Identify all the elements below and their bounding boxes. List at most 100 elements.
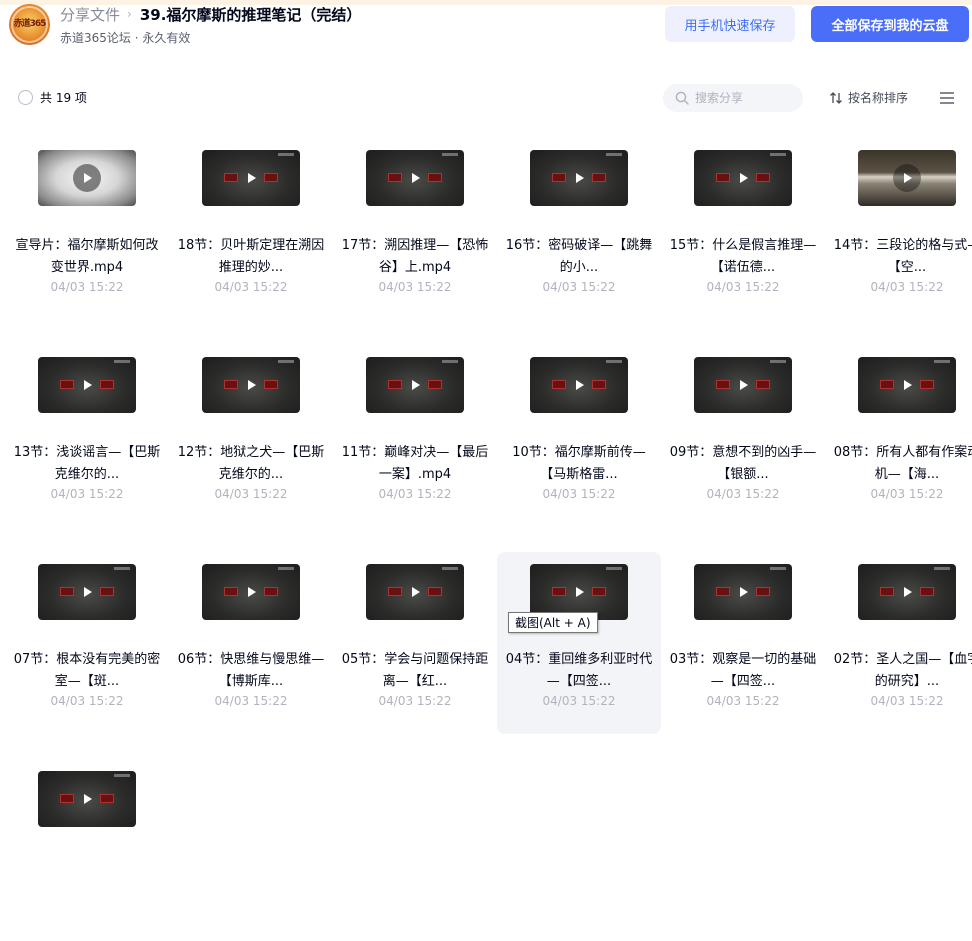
play-icon[interactable]: [237, 578, 265, 606]
play-icon[interactable]: [237, 371, 265, 399]
file-name[interactable]: 09节：意想不到的凶手—【银额...: [667, 442, 819, 486]
play-icon[interactable]: [729, 371, 757, 399]
file-card[interactable]: 宣导片：福尔摩斯如何改变世界.mp4 04/03 15:22: [5, 138, 169, 320]
file-card[interactable]: 13节：浅谈谣言—【巴斯克维尔的... 04/03 15:22: [5, 345, 169, 527]
play-icon[interactable]: [73, 164, 101, 192]
video-thumbnail[interactable]: [366, 357, 464, 413]
file-card[interactable]: 16节：密码破译—【跳舞的小... 04/03 15:22: [497, 138, 661, 320]
search-input[interactable]: [695, 91, 795, 105]
video-thumbnail[interactable]: [202, 564, 300, 620]
play-icon[interactable]: [401, 371, 429, 399]
file-name[interactable]: 12节：地狱之犬—【巴斯克维尔的...: [175, 442, 327, 486]
file-name[interactable]: 宣导片：福尔摩斯如何改变世界.mp4: [11, 235, 163, 279]
play-icon[interactable]: [401, 164, 429, 192]
play-icon[interactable]: [565, 371, 593, 399]
thumbnail-title-mark: [100, 587, 114, 596]
file-card[interactable]: 09节：意想不到的凶手—【银额... 04/03 15:22: [661, 345, 825, 527]
file-name[interactable]: 05节：学会与问题保持距离—【红...: [339, 649, 491, 693]
video-thumbnail[interactable]: [858, 150, 956, 206]
video-thumbnail[interactable]: [202, 357, 300, 413]
file-card[interactable]: 10节：福尔摩斯前传—【马斯格雷... 04/03 15:22: [497, 345, 661, 527]
thumbnail-title-mark: [100, 794, 114, 803]
thumbnail-watermark: [770, 567, 786, 570]
file-card[interactable]: 06节：快思维与慢思维—【博斯库... 04/03 15:22: [169, 552, 333, 734]
file-name[interactable]: 11节：巅峰对决—【最后一案】.mp4: [339, 442, 491, 486]
video-thumbnail[interactable]: [530, 150, 628, 206]
video-thumbnail[interactable]: [366, 564, 464, 620]
play-icon[interactable]: [729, 578, 757, 606]
play-icon[interactable]: [237, 164, 265, 192]
file-date: 04/03 15:22: [542, 280, 616, 294]
play-icon[interactable]: [73, 578, 101, 606]
file-name[interactable]: 04节：重回维多利亚时代—【四签...: [503, 649, 655, 693]
file-card[interactable]: 12节：地狱之犬—【巴斯克维尔的... 04/03 15:22: [169, 345, 333, 527]
play-icon[interactable]: [565, 164, 593, 192]
file-card[interactable]: 02节：圣人之国—【血字的研究】... 04/03 15:22: [825, 552, 972, 734]
select-all-checkbox[interactable]: [18, 90, 33, 105]
file-name[interactable]: 14节：三段论的格与式—【空...: [831, 235, 972, 279]
thumbnail-title-mark: [388, 380, 402, 389]
search-box[interactable]: [663, 84, 803, 112]
video-thumbnail[interactable]: [694, 357, 792, 413]
file-card[interactable]: 05节：学会与问题保持距离—【红... 04/03 15:22: [333, 552, 497, 734]
file-card[interactable]: 14节：三段论的格与式—【空... 04/03 15:22: [825, 138, 972, 320]
file-card[interactable]: 04节：重回维多利亚时代—【四签... 04/03 15:22 截图(Alt + A…: [497, 552, 661, 734]
thumbnail-watermark: [770, 153, 786, 156]
file-date: 04/03 15:22: [378, 487, 452, 501]
file-card[interactable]: 03节：观察是一切的基础—【四签... 04/03 15:22: [661, 552, 825, 734]
video-thumbnail[interactable]: [858, 564, 956, 620]
play-icon[interactable]: [73, 371, 101, 399]
play-icon[interactable]: [893, 578, 921, 606]
file-name[interactable]: 18节：贝叶斯定理在溯因推理的妙...: [175, 235, 327, 279]
file-name[interactable]: 15节：什么是假言推理—【诺伍德...: [667, 235, 819, 279]
sort-by-name-button[interactable]: 按名称排序: [829, 89, 908, 106]
file-card[interactable]: 18节：贝叶斯定理在溯因推理的妙... 04/03 15:22: [169, 138, 333, 320]
video-thumbnail[interactable]: [694, 564, 792, 620]
video-thumbnail[interactable]: [38, 150, 136, 206]
thumbnail-title-mark: [880, 587, 894, 596]
video-thumbnail[interactable]: [694, 150, 792, 206]
item-count: 共 19 项: [40, 91, 87, 105]
file-card[interactable]: [5, 759, 169, 941]
sharer-avatar[interactable]: 赤道365: [9, 4, 50, 45]
file-name[interactable]: 08节：所有人都有作案动机—【海...: [831, 442, 972, 486]
thumbnail-watermark: [278, 567, 294, 570]
play-icon[interactable]: [893, 371, 921, 399]
breadcrumb-root-link[interactable]: 分享文件: [60, 4, 120, 25]
thumbnail-title-mark: [716, 380, 730, 389]
file-name[interactable]: 13节：浅谈谣言—【巴斯克维尔的...: [11, 442, 163, 486]
file-card[interactable]: 07节：根本没有完美的密室—【斑... 04/03 15:22: [5, 552, 169, 734]
play-icon[interactable]: [565, 578, 593, 606]
file-date: 04/03 15:22: [542, 694, 616, 708]
file-card[interactable]: 17节：溯因推理—【恐怖谷】上.mp4 04/03 15:22: [333, 138, 497, 320]
video-thumbnail[interactable]: [366, 150, 464, 206]
video-thumbnail[interactable]: [38, 357, 136, 413]
play-icon[interactable]: [73, 785, 101, 813]
video-thumbnail[interactable]: [202, 150, 300, 206]
file-date: 04/03 15:22: [706, 280, 780, 294]
thumbnail-title-mark: [60, 794, 74, 803]
view-menu-button[interactable]: [939, 90, 955, 109]
mobile-save-button[interactable]: 用手机快速保存: [665, 6, 795, 42]
file-name[interactable]: 17节：溯因推理—【恐怖谷】上.mp4: [339, 235, 491, 279]
search-icon: [675, 91, 689, 105]
file-name[interactable]: 03节：观察是一切的基础—【四签...: [667, 649, 819, 693]
file-name[interactable]: 16节：密码破译—【跳舞的小...: [503, 235, 655, 279]
video-thumbnail[interactable]: [38, 771, 136, 827]
video-thumbnail[interactable]: [38, 564, 136, 620]
play-icon[interactable]: [729, 164, 757, 192]
file-name[interactable]: 02节：圣人之国—【血字的研究】...: [831, 649, 972, 693]
video-thumbnail[interactable]: [858, 357, 956, 413]
file-name[interactable]: 06节：快思维与慢思维—【博斯库...: [175, 649, 327, 693]
video-thumbnail[interactable]: [530, 357, 628, 413]
file-card[interactable]: 11节：巅峰对决—【最后一案】.mp4 04/03 15:22: [333, 345, 497, 527]
save-all-button[interactable]: 全部保存到我的云盘: [811, 6, 969, 42]
file-card[interactable]: 08节：所有人都有作案动机—【海... 04/03 15:22: [825, 345, 972, 527]
file-name[interactable]: 10节：福尔摩斯前传—【马斯格雷...: [503, 442, 655, 486]
file-card[interactable]: 15节：什么是假言推理—【诺伍德... 04/03 15:22: [661, 138, 825, 320]
file-name[interactable]: 07节：根本没有完美的密室—【斑...: [11, 649, 163, 693]
play-icon[interactable]: [401, 578, 429, 606]
thumbnail-title-mark: [592, 380, 606, 389]
play-icon[interactable]: [893, 164, 921, 192]
thumbnail-title-mark: [100, 380, 114, 389]
